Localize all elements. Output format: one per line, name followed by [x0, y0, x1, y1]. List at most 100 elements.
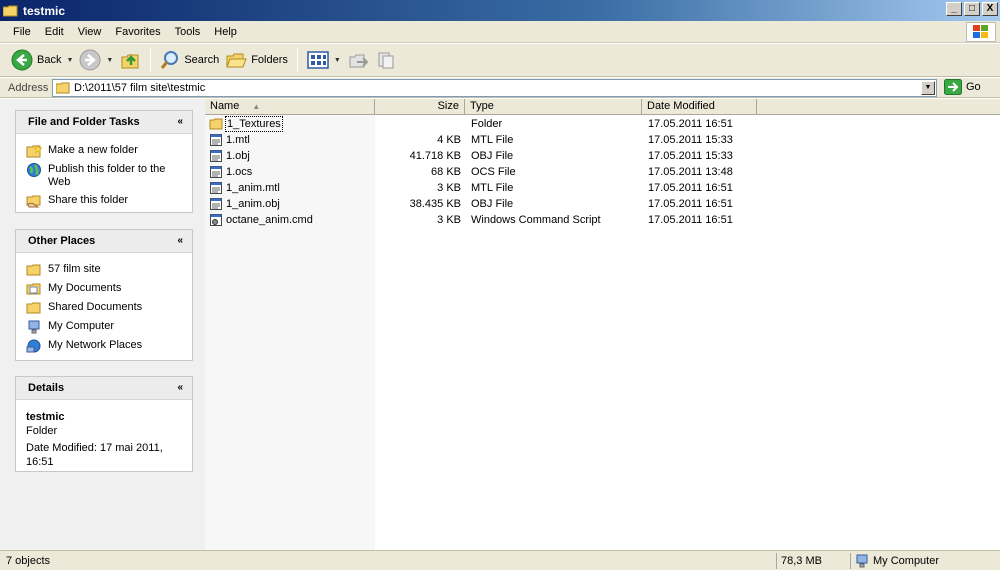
file-row[interactable]: 1.ocs 68 KB OCS File 17.05.2011 13:48	[205, 164, 1000, 180]
panel-title: File and Folder Tasks	[28, 116, 140, 128]
file-date: 17.05.2011 13:48	[648, 166, 733, 178]
file-icon	[210, 198, 222, 210]
address-dropdown-button[interactable]: ▼	[921, 81, 935, 95]
chevron-down-icon[interactable]: ▼	[106, 57, 113, 64]
column-header-date[interactable]: Date Modified	[642, 99, 757, 115]
go-button[interactable]: Go	[944, 79, 981, 95]
collapse-icon[interactable]: «	[177, 382, 183, 393]
file-row[interactable]: 1_anim.obj 38.435 KB OBJ File 17.05.2011…	[205, 196, 1000, 212]
status-zone-label: My Computer	[873, 555, 940, 567]
address-label: Address	[8, 81, 49, 94]
menu-edit[interactable]: Edit	[38, 26, 71, 38]
toolbar: Back ▼ ▼ Search Folders ▼	[0, 44, 1000, 77]
status-bar: 7 objects 78,3 MB My Computer	[0, 550, 1000, 570]
file-name: 1_Textures	[225, 116, 283, 132]
place-my-computer[interactable]: My Computer	[26, 320, 182, 334]
menu-favorites[interactable]: Favorites	[108, 26, 167, 38]
file-name: 1_anim.obj	[226, 198, 280, 210]
views-button[interactable]: ▼	[304, 46, 344, 74]
my-documents-icon	[26, 283, 41, 295]
file-size: 41.718 KB	[409, 150, 461, 162]
task-label: Make a new folder	[48, 144, 138, 156]
menu-help[interactable]: Help	[207, 26, 244, 38]
menu-view[interactable]: View	[71, 26, 109, 38]
toolbar-separator	[296, 48, 298, 72]
file-name: 1.ocs	[226, 166, 253, 178]
file-row[interactable]: 1.obj 41.718 KB OBJ File 17.05.2011 15:3…	[205, 148, 1000, 164]
file-row[interactable]: octane_anim.cmd 3 KB Windows Command Scr…	[205, 212, 1000, 228]
menu-file[interactable]: File	[6, 26, 38, 38]
folder-icon	[26, 302, 41, 314]
minimize-button[interactable]: _	[946, 2, 962, 16]
globe-icon	[27, 163, 41, 177]
panel-header[interactable]: Other Places «	[16, 230, 192, 253]
up-folder-icon	[121, 54, 139, 69]
file-type: OBJ File	[471, 198, 514, 210]
copy-to-button[interactable]	[372, 46, 400, 74]
file-date: 17.05.2011 16:51	[648, 182, 733, 194]
chevron-down-icon[interactable]: ▼	[334, 57, 341, 64]
back-button[interactable]: Back ▼	[8, 46, 76, 74]
file-row[interactable]: 1_Textures Folder 17.05.2011 16:51	[205, 116, 1000, 132]
file-icon	[210, 166, 222, 178]
column-header-row: Name ▲ Size Type Date Modified	[205, 99, 1000, 115]
task-share-folder[interactable]: Share this folder	[26, 194, 182, 208]
collapse-icon[interactable]: «	[177, 235, 183, 246]
file-date: 17.05.2011 16:51	[648, 214, 733, 226]
file-row[interactable]: 1.mtl 4 KB MTL File 17.05.2011 15:33	[205, 132, 1000, 148]
collapse-icon[interactable]: «	[177, 116, 183, 127]
menu-tools[interactable]: Tools	[168, 26, 208, 38]
address-path: D:\2011\57 film site\testmic	[74, 82, 206, 94]
toolbar-separator	[150, 48, 152, 72]
address-input[interactable]: D:\2011\57 film site\testmic ▼	[52, 79, 937, 97]
search-button[interactable]: Search	[157, 46, 222, 74]
column-header-type[interactable]: Type	[465, 99, 642, 115]
place-shared-documents[interactable]: Shared Documents	[26, 301, 182, 315]
place-label: 57 film site	[48, 263, 101, 275]
views-icon	[307, 51, 329, 69]
column-header-name[interactable]: Name ▲	[205, 99, 375, 115]
details-name: testmic	[26, 411, 65, 423]
folders-icon	[226, 53, 247, 68]
move-to-button[interactable]	[344, 46, 372, 74]
file-row[interactable]: 1_anim.mtl 3 KB MTL File 17.05.2011 16:5…	[205, 180, 1000, 196]
status-object-count: 7 objects	[6, 555, 51, 567]
file-type: OBJ File	[471, 150, 514, 162]
other-places-panel: Other Places « 57 film site My Documents…	[15, 229, 193, 361]
folder-icon	[3, 5, 18, 16]
file-list[interactable]: Name ▲ Size Type Date Modified 1_Texture…	[205, 99, 1000, 550]
place-my-network-places[interactable]: My Network Places	[26, 339, 182, 353]
windows-flag-icon	[973, 25, 988, 38]
file-size	[375, 116, 461, 132]
chevron-down-icon[interactable]: ▼	[66, 57, 73, 64]
column-header-size[interactable]: Size	[375, 99, 465, 115]
back-arrow-icon	[11, 49, 33, 71]
windows-logo	[966, 22, 996, 42]
close-button[interactable]: X	[982, 2, 998, 16]
forward-button[interactable]: ▼	[76, 46, 116, 74]
network-icon	[26, 339, 41, 353]
up-folder-button[interactable]	[116, 46, 144, 74]
file-type: MTL File	[471, 182, 514, 194]
title-bar[interactable]: testmic _ □ X	[0, 0, 1000, 21]
place-my-documents[interactable]: My Documents	[26, 282, 182, 296]
task-publish-to-web[interactable]: Publish this folder to the Web	[26, 163, 182, 189]
task-make-new-folder[interactable]: Make a new folder	[26, 144, 182, 158]
file-type: Windows Command Script	[471, 214, 601, 226]
sort-arrow-icon: ▲	[252, 102, 261, 111]
panel-header[interactable]: File and Folder Tasks «	[16, 111, 192, 134]
file-type: MTL File	[471, 134, 514, 146]
file-name: 1.mtl	[226, 134, 250, 146]
search-icon	[161, 51, 179, 69]
menu-bar: File Edit View Favorites Tools Help	[0, 21, 1000, 43]
task-label: Share this folder	[48, 194, 129, 206]
details-panel: Details « testmic Folder Date Modified: …	[15, 376, 193, 472]
place-57-film-site[interactable]: 57 film site	[26, 263, 182, 277]
file-type: OCS File	[471, 166, 516, 178]
panel-header[interactable]: Details «	[16, 377, 192, 400]
details-modified: Date Modified: 17 mai 2011, 16:51	[26, 442, 163, 468]
folders-button[interactable]: Folders	[222, 46, 291, 74]
place-label: My Network Places	[48, 339, 143, 351]
maximize-button[interactable]: □	[964, 2, 980, 16]
file-type: Folder	[471, 118, 503, 130]
